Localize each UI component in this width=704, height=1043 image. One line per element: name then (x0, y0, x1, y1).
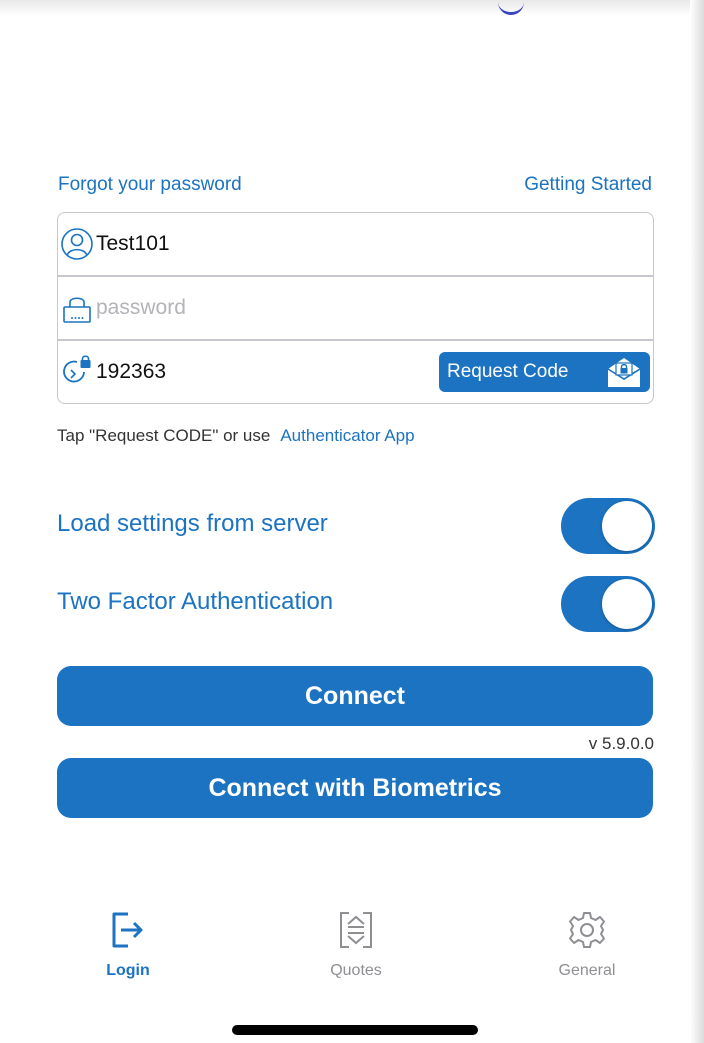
auth-hint: Tap "Request CODE" or use Authenticator A… (57, 426, 415, 446)
getting-started-link[interactable]: Getting Started (524, 174, 652, 196)
toggle-knob (602, 579, 652, 629)
connect-button[interactable]: Connect (57, 666, 653, 726)
quotes-icon (340, 912, 372, 948)
version-label: v 5.9.0.0 (588, 734, 654, 753)
login-icon (112, 912, 143, 948)
two-factor-toggle[interactable] (561, 576, 655, 632)
gear-icon (569, 912, 605, 948)
password-input[interactable] (96, 277, 476, 339)
password-field[interactable] (57, 276, 654, 340)
home-indicator[interactable] (232, 1025, 478, 1035)
toggle-knob (602, 501, 652, 551)
tab-quotes[interactable]: Quotes (296, 910, 416, 980)
auth-code-input[interactable] (96, 341, 476, 403)
load-settings-toggle[interactable] (561, 498, 655, 554)
user-icon (61, 228, 93, 260)
tab-general[interactable]: General (527, 910, 647, 980)
auth-code-field[interactable]: Request Code (57, 340, 654, 404)
hint-text: Tap "Request CODE" or use (57, 426, 271, 445)
screen-edge-shadow (690, 0, 704, 1043)
tab-login[interactable]: Login (68, 910, 188, 980)
lock-icon (63, 297, 91, 323)
tab-quotes-label: Quotes (330, 962, 382, 979)
timer-lock-icon (63, 355, 91, 383)
envelope-lock-icon (607, 358, 641, 387)
connect-biometrics-button[interactable]: Connect with Biometrics (57, 758, 653, 818)
username-input[interactable] (96, 213, 476, 275)
tab-general-label: General (558, 962, 616, 979)
request-code-label: Request Code (447, 361, 569, 382)
top-shadow (0, 0, 704, 16)
two-factor-label: Two Factor Authentication (57, 588, 334, 615)
authenticator-app-link[interactable]: Authenticator App (280, 426, 414, 445)
tab-login-label: Login (106, 962, 150, 979)
load-settings-label: Load settings from server (57, 510, 328, 537)
load-settings-row: Load settings from server (57, 498, 655, 554)
forgot-password-link[interactable]: Forgot your password (58, 174, 242, 196)
username-field[interactable] (57, 212, 654, 276)
two-factor-row: Two Factor Authentication (57, 576, 655, 632)
request-code-button[interactable]: Request Code (439, 352, 650, 392)
